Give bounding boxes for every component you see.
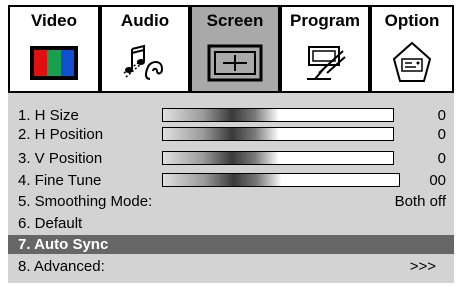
- tab-audio-icon-cell[interactable]: [100, 35, 190, 93]
- menu-item-value: 0: [437, 126, 446, 143]
- menu-item-advanced[interactable]: 8. Advanced: >>>: [14, 257, 450, 276]
- menu-item-smoothing-mode[interactable]: 5. Smoothing Mode: Both off: [14, 192, 450, 211]
- menu-item-value: 0: [437, 107, 446, 124]
- tab-option[interactable]: Option: [370, 5, 454, 35]
- menu-item-label: 2. H Position: [18, 126, 104, 143]
- tab-program-label: Program: [290, 11, 360, 30]
- v-position-slider[interactable]: [162, 151, 394, 165]
- menu-item-v-position[interactable]: 3. V Position 0: [14, 149, 450, 168]
- menu-item-h-position[interactable]: 2. H Position 0: [14, 125, 450, 144]
- tab-screen-icon-cell[interactable]: [190, 35, 280, 93]
- slider-fill: [163, 109, 278, 121]
- slider-fill: [163, 174, 281, 186]
- fine-tune-slider[interactable]: [162, 173, 400, 187]
- menu-item-label: 3. V Position: [18, 150, 103, 167]
- menu-item-fine-tune[interactable]: 4. Fine Tune 00: [14, 171, 450, 190]
- tab-video-icon-cell[interactable]: [8, 35, 100, 93]
- tab-audio-label: Audio: [120, 11, 170, 30]
- tab-program-icon-cell[interactable]: [280, 35, 370, 93]
- menu-item-default[interactable]: 6. Default: [14, 214, 450, 233]
- menu-item-value: >>>: [409, 258, 436, 275]
- tab-option-label: Option: [384, 11, 440, 30]
- tab-video-label: Video: [31, 11, 77, 30]
- slider-fill: [163, 128, 278, 140]
- menu-item-label: 6. Default: [18, 215, 83, 232]
- tab-audio[interactable]: Audio: [100, 5, 190, 35]
- menu-item-value: Both off: [394, 193, 446, 210]
- tab-screen-label: Screen: [206, 11, 264, 30]
- option-tag-icon: [392, 41, 432, 82]
- menu-item-label: 4. Fine Tune: [18, 172, 102, 189]
- screen-frame-icon: [207, 44, 263, 82]
- audio-note-ear-icon: [123, 44, 164, 80]
- h-position-slider[interactable]: [162, 127, 394, 141]
- menu-item-label: 7. Auto Sync: [18, 236, 109, 253]
- h-size-slider[interactable]: [162, 108, 394, 122]
- tab-option-icon-cell[interactable]: [370, 35, 454, 93]
- tab-video[interactable]: Video: [8, 5, 100, 35]
- tab-program[interactable]: Program: [280, 5, 370, 35]
- tab-screen[interactable]: Screen: [190, 5, 280, 35]
- menu-item-h-size[interactable]: 1. H Size 0: [14, 106, 450, 125]
- slider-fill: [163, 152, 278, 164]
- menu-item-value: 0: [437, 150, 446, 167]
- video-color-bars-icon: [30, 46, 78, 80]
- menu-item-label: 5. Smoothing Mode:: [18, 193, 153, 210]
- program-monitor-icon: [307, 46, 346, 80]
- menu-item-label: 1. H Size: [18, 107, 79, 124]
- menu-item-auto-sync[interactable]: 7. Auto Sync: [8, 235, 454, 254]
- menu-item-label: 8. Advanced:: [18, 258, 105, 275]
- menu-item-value: 00: [429, 172, 446, 189]
